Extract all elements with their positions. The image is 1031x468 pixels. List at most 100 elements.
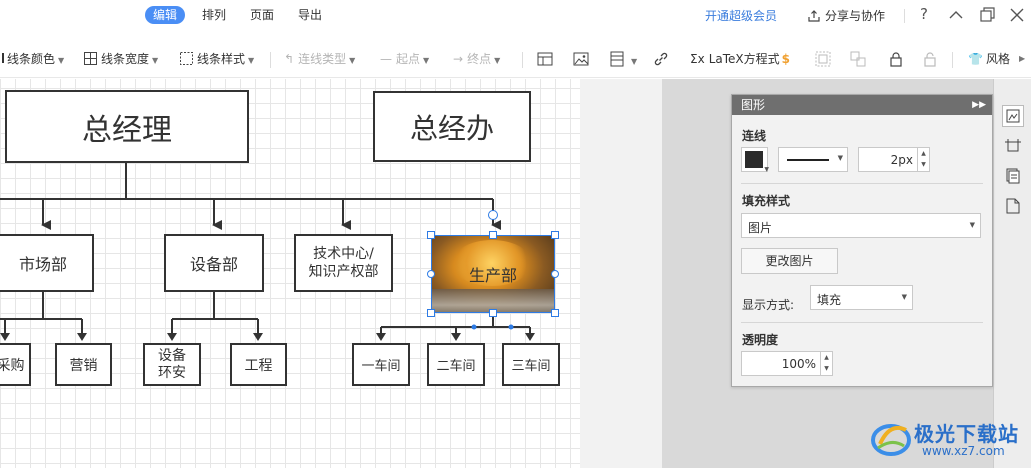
- sigma-icon: Σx: [690, 52, 705, 66]
- connector-type-dropdown[interactable]: ↰ 连线类型 ▼: [284, 49, 355, 69]
- top-menu-bar: 编辑 排列 页面 导出 开通超级会员 分享与协作 ?: [0, 0, 1031, 32]
- shirt-icon: 👕: [968, 52, 983, 66]
- fill-type-select[interactable]: 图片 ▼: [741, 213, 981, 238]
- tech-line2: 知识产权部: [308, 264, 379, 280]
- share-label: 分享与协作: [825, 9, 886, 23]
- line-width-stepper[interactable]: ▲ ▼: [917, 148, 929, 171]
- layout-icon[interactable]: [537, 51, 553, 67]
- restore-window-icon[interactable]: [980, 7, 996, 23]
- toolbar-scroll-right[interactable]: ▶: [1019, 54, 1025, 63]
- help-button[interactable]: ?: [920, 5, 928, 23]
- watermark-name: 极光下载站: [914, 422, 1019, 446]
- vip-link[interactable]: 开通超级会员: [705, 7, 777, 24]
- latex-button[interactable]: Σx LaTeX方程式 $: [690, 49, 790, 69]
- line-style-icon: [180, 52, 193, 65]
- end-arrow-icon: →: [453, 52, 464, 66]
- node-engineering[interactable]: 工程: [230, 343, 287, 386]
- opacity-section-title: 透明度: [742, 333, 779, 347]
- end-point-label: 终点: [467, 52, 492, 66]
- node-workshop-3[interactable]: 三车间: [502, 343, 560, 386]
- canvas-margin: [580, 79, 662, 468]
- node-equipment-install[interactable]: 设备 环安: [143, 343, 201, 386]
- start-point-label: 起点: [396, 52, 421, 66]
- ungroup-icon[interactable]: [850, 51, 866, 67]
- node-purchase[interactable]: 采购: [0, 343, 31, 386]
- link-icon[interactable]: [653, 51, 669, 67]
- node-equipment[interactable]: 设备部: [164, 234, 264, 292]
- aurora-logo-icon: [871, 424, 911, 456]
- collapse-up-icon[interactable]: [949, 9, 963, 21]
- share-icon: [808, 9, 820, 22]
- pages-icon[interactable]: [1002, 165, 1024, 187]
- line-color-dropdown[interactable]: 线条颜色 ▼: [0, 49, 64, 69]
- line-color-label: 线条颜色: [7, 52, 56, 66]
- shape-format-icon[interactable]: [1002, 105, 1024, 127]
- latex-label: LaTeX方程式: [708, 52, 780, 66]
- pen-icon: [0, 53, 4, 63]
- line-style-label: 线条样式: [197, 52, 246, 66]
- resize-icon[interactable]: [1002, 135, 1024, 157]
- connector-icon: ↰: [284, 52, 295, 66]
- opacity-input[interactable]: 100% ▲ ▼: [741, 351, 833, 376]
- node-market[interactable]: 市场部: [0, 234, 94, 292]
- line-style-select[interactable]: ▼: [778, 147, 848, 172]
- table-icon[interactable]: [609, 51, 625, 67]
- node-sales[interactable]: 营销: [55, 343, 112, 386]
- close-icon[interactable]: [1010, 8, 1024, 22]
- right-rail: [993, 79, 1031, 468]
- menu-tab-page[interactable]: 页面: [242, 6, 282, 24]
- line-section-title: 连线: [742, 129, 767, 143]
- chevron-down-icon: ▼: [969, 221, 975, 229]
- share-button[interactable]: 分享与协作: [807, 7, 885, 24]
- lock-icon[interactable]: [888, 51, 904, 67]
- display-mode-select[interactable]: 填充 ▼: [810, 285, 913, 310]
- end-point-dropdown[interactable]: → 终点 ▼: [453, 49, 500, 69]
- connector-type-label: 连线类型: [298, 52, 347, 66]
- fill-section-title: 填充样式: [742, 194, 791, 208]
- start-point-dropdown[interactable]: — 起点 ▼: [380, 49, 429, 69]
- node-production-label: 生产部: [468, 266, 517, 285]
- node-general-manager[interactable]: 总经理: [5, 90, 249, 163]
- tech-line1: 技术中心/: [313, 246, 374, 262]
- menu-tab-arrange[interactable]: 排列: [194, 6, 234, 24]
- panel-title: 图形: [741, 98, 766, 112]
- watermark-url: www.xz7.com: [922, 444, 1005, 458]
- unlock-icon[interactable]: [922, 51, 938, 67]
- node-workshop-1[interactable]: 一车间: [352, 343, 410, 386]
- diagram-canvas[interactable]: 总经理 总经办 市场部 设备部 技术中心/ 知识产权部 生产部 采购 营销 设备…: [0, 79, 580, 468]
- display-mode-label: 显示方式:: [742, 298, 795, 312]
- line-width-icon: [84, 52, 97, 65]
- node-production[interactable]: 生产部: [431, 235, 555, 313]
- chevron-down-icon: ▼: [901, 293, 907, 301]
- line-color-swatch[interactable]: ▼: [741, 147, 769, 173]
- node-workshop-2[interactable]: 二车间: [427, 343, 485, 386]
- table-caret[interactable]: ▼: [628, 50, 637, 70]
- group-icon[interactable]: [815, 51, 831, 67]
- node-gm-office[interactable]: 总经办: [373, 91, 531, 162]
- document-icon[interactable]: [1002, 195, 1024, 217]
- line-width-dropdown[interactable]: 线条宽度 ▼: [84, 49, 158, 69]
- line-width-label: 线条宽度: [101, 52, 150, 66]
- shape-format-panel: 图形 ▶▶ 连线 ▼ ▼ 2px ▲ ▼ 填充样式 图片 ▼ 更改图片 显示方式:…: [731, 94, 993, 387]
- change-image-button[interactable]: 更改图片: [741, 248, 838, 274]
- watermark-logo: 极光下载站 www.xz7.com: [868, 412, 1028, 464]
- style-label: 风格: [985, 52, 1010, 66]
- menu-tab-export[interactable]: 导出: [290, 6, 330, 24]
- node-tech-center[interactable]: 技术中心/ 知识产权部: [294, 234, 393, 292]
- coin-icon: $: [781, 52, 790, 66]
- format-toolbar: 线条颜色 ▼ 线条宽度 ▼ 线条样式 ▼ ↰ 连线类型 ▼ — 起点 ▼ → 终点 ▼ ▼ Σx L…: [0, 40, 1031, 78]
- line-style-dropdown[interactable]: 线条样式 ▼: [180, 49, 254, 69]
- equip-line2: 环安: [158, 364, 186, 381]
- panel-collapse-icon[interactable]: ▶▶: [972, 95, 986, 115]
- equip-line1: 设备: [158, 347, 186, 364]
- opacity-stepper[interactable]: ▲ ▼: [820, 352, 832, 375]
- opacity-value: 100%: [781, 357, 816, 371]
- panel-title-bar: 图形 ▶▶: [732, 95, 992, 115]
- style-button[interactable]: 👕 风格: [968, 49, 1010, 69]
- menu-tab-edit[interactable]: 编辑: [145, 6, 186, 24]
- line-width-value: 2px: [890, 153, 913, 167]
- image-icon[interactable]: [573, 51, 589, 67]
- start-line-icon: —: [380, 52, 392, 66]
- display-mode-value: 填充: [817, 293, 842, 307]
- line-width-input[interactable]: 2px ▲ ▼: [858, 147, 930, 172]
